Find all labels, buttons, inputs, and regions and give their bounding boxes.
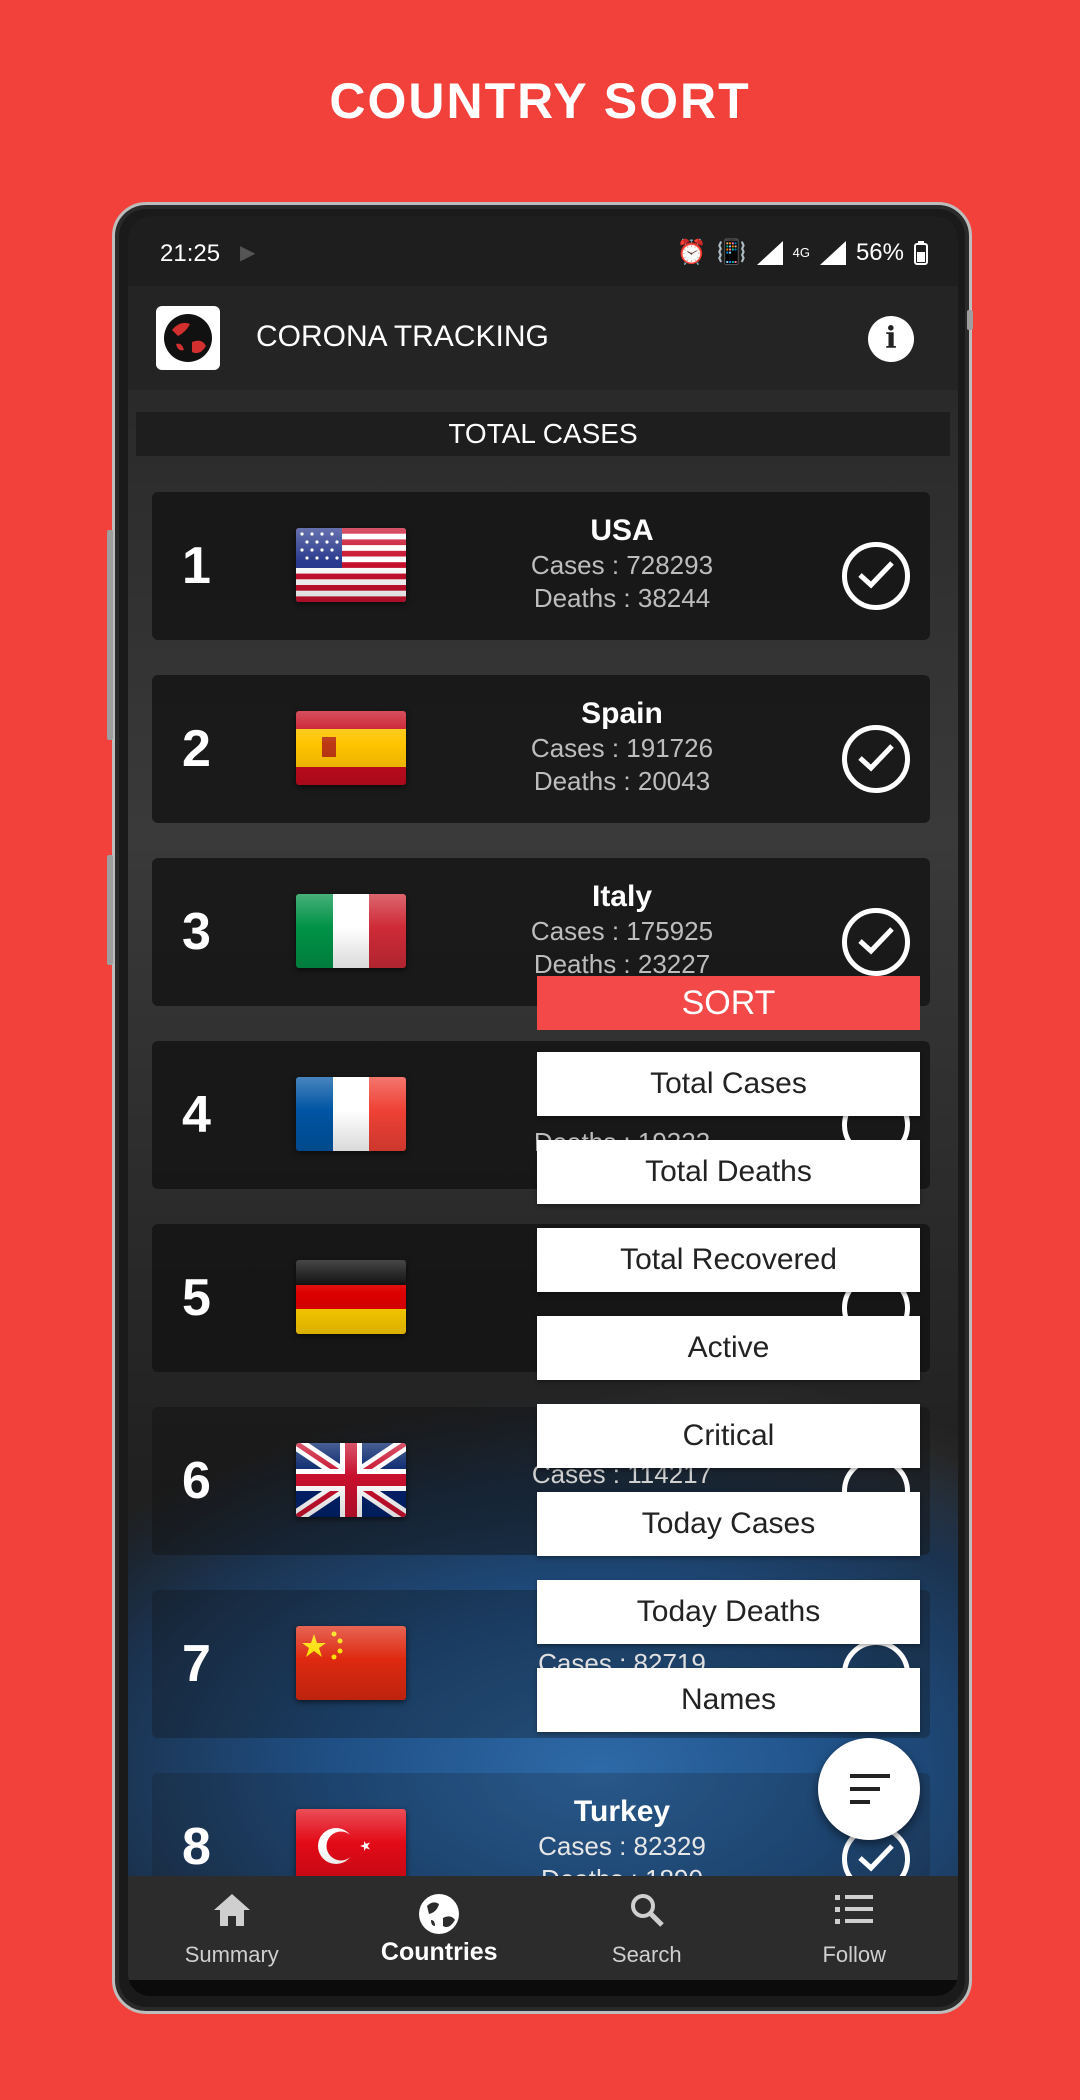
nav-label: Countries — [380, 1938, 498, 1966]
rank-number: 6 — [182, 1452, 211, 1510]
rank-number: 3 — [182, 903, 211, 961]
info-icon: i — [885, 321, 897, 356]
rank-number: 5 — [182, 1269, 211, 1327]
home-icon — [213, 1894, 250, 1926]
app-title: CORONA TRACKING — [256, 320, 549, 353]
country-name: USA — [590, 514, 654, 547]
cases-count: Cases : 191726 — [530, 733, 714, 763]
check-icon — [858, 927, 894, 955]
alarm-icon: ⏰ — [676, 239, 707, 266]
play-store-icon: ▶ — [240, 242, 256, 264]
uk-flag-icon — [296, 1443, 406, 1517]
check-icon — [858, 561, 894, 589]
nav-label: Search — [611, 1942, 682, 1967]
check-icon — [858, 1844, 894, 1872]
country-name: Spain — [581, 697, 663, 730]
rank-number: 4 — [182, 1086, 211, 1144]
sort-option-active[interactable]: Active — [537, 1316, 920, 1380]
battery-icon — [914, 240, 928, 265]
bottom-navigation: Summary Countries Search Follow — [128, 1876, 958, 1980]
nav-follow[interactable]: Follow — [751, 1876, 959, 1980]
power-button — [967, 310, 973, 330]
search-icon — [630, 1894, 664, 1927]
signal-icon — [756, 240, 783, 265]
volume-button — [107, 530, 113, 740]
china-flag-icon — [296, 1626, 406, 1700]
check-icon — [858, 744, 894, 772]
globe-logo-icon — [164, 314, 212, 362]
sort-option-critical[interactable]: Critical — [537, 1404, 920, 1468]
sort-option-today-cases[interactable]: Today Cases — [537, 1492, 920, 1556]
follow-check-button[interactable] — [842, 908, 910, 976]
app-logo — [156, 306, 220, 370]
deaths-count: Deaths : 20043 — [533, 766, 711, 796]
cases-count: Cases : 175925 — [530, 916, 714, 946]
rank-number: 1 — [182, 537, 211, 595]
country-row[interactable]: 1 USA Cases : 728293 Deaths : 38244 — [152, 492, 930, 640]
follow-check-button[interactable] — [842, 725, 910, 793]
sort-fab-button[interactable] — [818, 1738, 920, 1840]
sort-option-total-recovered[interactable]: Total Recovered — [537, 1228, 920, 1292]
nav-label: Follow — [822, 1942, 887, 1967]
sort-icon — [850, 1774, 890, 1804]
sort-option-total-cases[interactable]: Total Cases — [537, 1052, 920, 1116]
rank-number: 8 — [182, 1818, 211, 1876]
sort-menu-title: SORT — [537, 976, 920, 1030]
list-icon — [835, 1895, 874, 1924]
vibrate-icon: 📳 — [716, 239, 747, 266]
country-list[interactable]: TOTAL CASES 1 USA Cases : 728293 Deaths … — [128, 390, 958, 1921]
sort-option-today-deaths[interactable]: Today Deaths — [537, 1580, 920, 1644]
nav-search[interactable]: Search — [543, 1876, 751, 1980]
us-flag-icon — [296, 528, 406, 602]
status-bar: 21:25 ▶ ⏰ 📳 4G 56% — [128, 216, 958, 286]
status-time: 21:25 — [160, 240, 221, 267]
country-name: Italy — [591, 880, 653, 913]
sort-option-total-deaths[interactable]: Total Deaths — [537, 1140, 920, 1204]
rank-number: 2 — [182, 720, 211, 778]
italy-flag-icon — [296, 894, 406, 968]
sort-option-names[interactable]: Names — [537, 1668, 920, 1732]
list-header: TOTAL CASES — [136, 412, 950, 456]
promo-title: COUNTRY SORT — [329, 73, 751, 129]
info-button[interactable]: i — [868, 316, 914, 362]
app-bar: CORONA TRACKING i — [128, 286, 958, 390]
spain-flag-icon — [296, 711, 406, 785]
cases-count: Cases : 82329 — [538, 1831, 706, 1861]
germany-flag-icon — [296, 1260, 406, 1334]
network-type: 4G — [792, 245, 810, 260]
country-name: Turkey — [573, 1795, 671, 1828]
globe-icon — [419, 1894, 460, 1934]
deaths-count: Deaths : 38244 — [533, 583, 711, 613]
nav-summary[interactable]: Summary — [128, 1876, 336, 1980]
bixby-button — [107, 855, 113, 965]
follow-check-button[interactable] — [842, 542, 910, 610]
country-row[interactable]: 2 Spain Cases : 191726 Deaths : 20043 — [152, 675, 930, 823]
phone-screen: 21:25 ▶ ⏰ 📳 4G 56% CORONA TRACKING i TOT… — [128, 216, 958, 1996]
nav-countries[interactable]: Countries — [336, 1876, 544, 1980]
turkey-flag-icon — [296, 1809, 406, 1883]
signal-2-icon — [819, 240, 846, 265]
france-flag-icon — [296, 1077, 406, 1151]
nav-label: Summary — [184, 1942, 279, 1967]
battery-percent: 56% — [855, 238, 904, 266]
rank-number: 7 — [182, 1635, 211, 1693]
cases-count: Cases : 728293 — [530, 550, 714, 580]
